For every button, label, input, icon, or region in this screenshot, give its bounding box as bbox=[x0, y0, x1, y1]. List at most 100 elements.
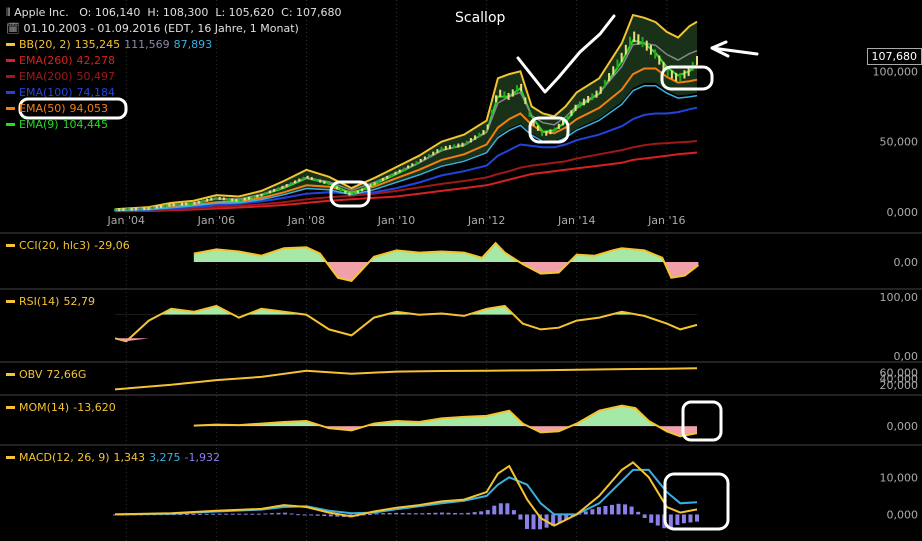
high-value: H: 108,300 bbox=[147, 6, 209, 19]
candle bbox=[243, 197, 246, 201]
candle bbox=[160, 205, 163, 208]
date-range-row: 🗓︎ 01.10.2003 - 01.09.2016 (EDT, 16 Jahr… bbox=[6, 22, 299, 35]
cci-value: -29,06 bbox=[94, 239, 130, 252]
candle bbox=[574, 104, 577, 112]
candle bbox=[139, 207, 142, 211]
candle bbox=[206, 198, 209, 202]
legend-swatch bbox=[6, 123, 15, 126]
y-tick-label: 50,000 bbox=[880, 136, 919, 149]
obv-value: 72,66G bbox=[46, 368, 87, 381]
legend-value: 94,053 bbox=[69, 102, 109, 115]
candle bbox=[281, 185, 284, 189]
cci-label[interactable]: CCI(20, hlc3) -29,06 bbox=[6, 239, 130, 252]
legend-item[interactable]: EMA(200) 50,497 bbox=[6, 70, 115, 83]
candle bbox=[687, 67, 690, 76]
candle bbox=[620, 52, 623, 63]
rsi-value: 52,79 bbox=[63, 295, 95, 308]
candle bbox=[239, 198, 242, 202]
macd-histogram-bar bbox=[524, 514, 529, 530]
candle bbox=[118, 208, 121, 212]
macd-histogram-bar bbox=[243, 513, 248, 515]
macd-histogram-bar bbox=[256, 513, 261, 515]
macd-histogram-bar bbox=[453, 513, 458, 515]
macd-histogram-bar bbox=[230, 513, 235, 515]
candle bbox=[474, 135, 477, 140]
candle bbox=[294, 180, 297, 184]
candle bbox=[633, 31, 636, 43]
candle bbox=[457, 143, 460, 148]
instrument-name: Apple Inc. bbox=[14, 6, 69, 19]
legend-item[interactable]: EMA(100) 74,184 bbox=[6, 86, 115, 99]
candle bbox=[302, 176, 305, 180]
candle bbox=[511, 89, 514, 97]
legend-item[interactable]: BB(20, 2) 135,245 111,569 87,893 bbox=[6, 38, 212, 51]
candle bbox=[549, 129, 552, 135]
rsi-swatch bbox=[6, 300, 15, 303]
candle bbox=[155, 205, 158, 209]
candle bbox=[683, 70, 686, 79]
mom-label[interactable]: MOM(14) -13,620 bbox=[6, 401, 116, 414]
macd-histogram-bar bbox=[269, 513, 274, 515]
candle bbox=[570, 110, 573, 117]
legend-value-lower: 87,893 bbox=[173, 38, 213, 51]
legend-label: EMA(50) bbox=[19, 102, 66, 115]
candle bbox=[168, 203, 171, 207]
macd-histogram-bar bbox=[675, 514, 680, 525]
mom-positive-fill bbox=[193, 405, 697, 427]
candle bbox=[541, 131, 544, 136]
macd-histogram-bar bbox=[466, 512, 471, 515]
macd-histogram-bar bbox=[204, 513, 209, 515]
candle bbox=[314, 178, 317, 182]
macd-histogram-bar bbox=[688, 514, 693, 523]
x-tick-label: Jan '04 bbox=[107, 214, 145, 227]
legend-item[interactable]: EMA(9) 104,445 bbox=[6, 118, 108, 131]
legend-label: EMA(200) bbox=[19, 70, 73, 83]
macd-histogram-bar bbox=[681, 514, 686, 524]
candle bbox=[151, 206, 154, 210]
candle bbox=[679, 72, 682, 82]
rsi-label[interactable]: RSI(14) 52,79 bbox=[6, 295, 95, 308]
obv-y-tick: 60,000 bbox=[880, 366, 919, 379]
candle bbox=[415, 161, 418, 165]
obv-label[interactable]: OBV 72,66G bbox=[6, 368, 86, 381]
candle bbox=[616, 59, 619, 69]
candle bbox=[289, 182, 292, 186]
macd-label[interactable]: MACD(12, 26, 9) 1,343 3,275 -1,932 bbox=[6, 451, 220, 464]
macd-histogram-bar bbox=[603, 505, 608, 515]
candle bbox=[696, 55, 698, 66]
macd-histogram-bar bbox=[322, 514, 327, 517]
macd-histogram-bar bbox=[472, 512, 477, 515]
legend-item[interactable]: EMA(260) 42,278 bbox=[6, 54, 115, 67]
candle bbox=[285, 184, 288, 187]
macd-swatch bbox=[6, 456, 15, 459]
macd-hist-value: -1,932 bbox=[184, 451, 221, 464]
candle bbox=[503, 91, 506, 99]
candle bbox=[398, 169, 401, 173]
candle bbox=[624, 44, 627, 55]
calendar-icon[interactable]: 🗓︎ bbox=[6, 22, 20, 35]
chart-type-icon[interactable]: ⫴ bbox=[6, 6, 11, 19]
candle bbox=[419, 158, 422, 163]
macd-histogram-bar bbox=[217, 513, 222, 515]
macd-histogram-bar bbox=[224, 513, 229, 515]
candle bbox=[356, 190, 359, 194]
macd-histogram-bar bbox=[276, 512, 281, 515]
macd-histogram-bar bbox=[191, 513, 196, 515]
macd-histogram-bar bbox=[518, 514, 523, 520]
macd-histogram-bar bbox=[184, 513, 189, 515]
candle bbox=[453, 144, 456, 149]
candle bbox=[218, 196, 221, 200]
macd-histogram-bar bbox=[374, 513, 379, 515]
candle bbox=[654, 49, 657, 59]
macd-histogram-bar bbox=[459, 513, 464, 515]
candle bbox=[222, 197, 225, 201]
candle bbox=[603, 79, 606, 88]
candle bbox=[670, 70, 673, 79]
macd-histogram-bar bbox=[315, 514, 320, 516]
candle bbox=[172, 203, 175, 207]
legend-item[interactable]: EMA(50) 94,053 bbox=[6, 102, 108, 115]
date-range: 01.10.2003 - 01.09.2016 (EDT, 16 Jahre, … bbox=[23, 22, 299, 35]
candle bbox=[386, 175, 389, 179]
macd-histogram-bar bbox=[636, 511, 641, 515]
candle bbox=[235, 199, 238, 202]
